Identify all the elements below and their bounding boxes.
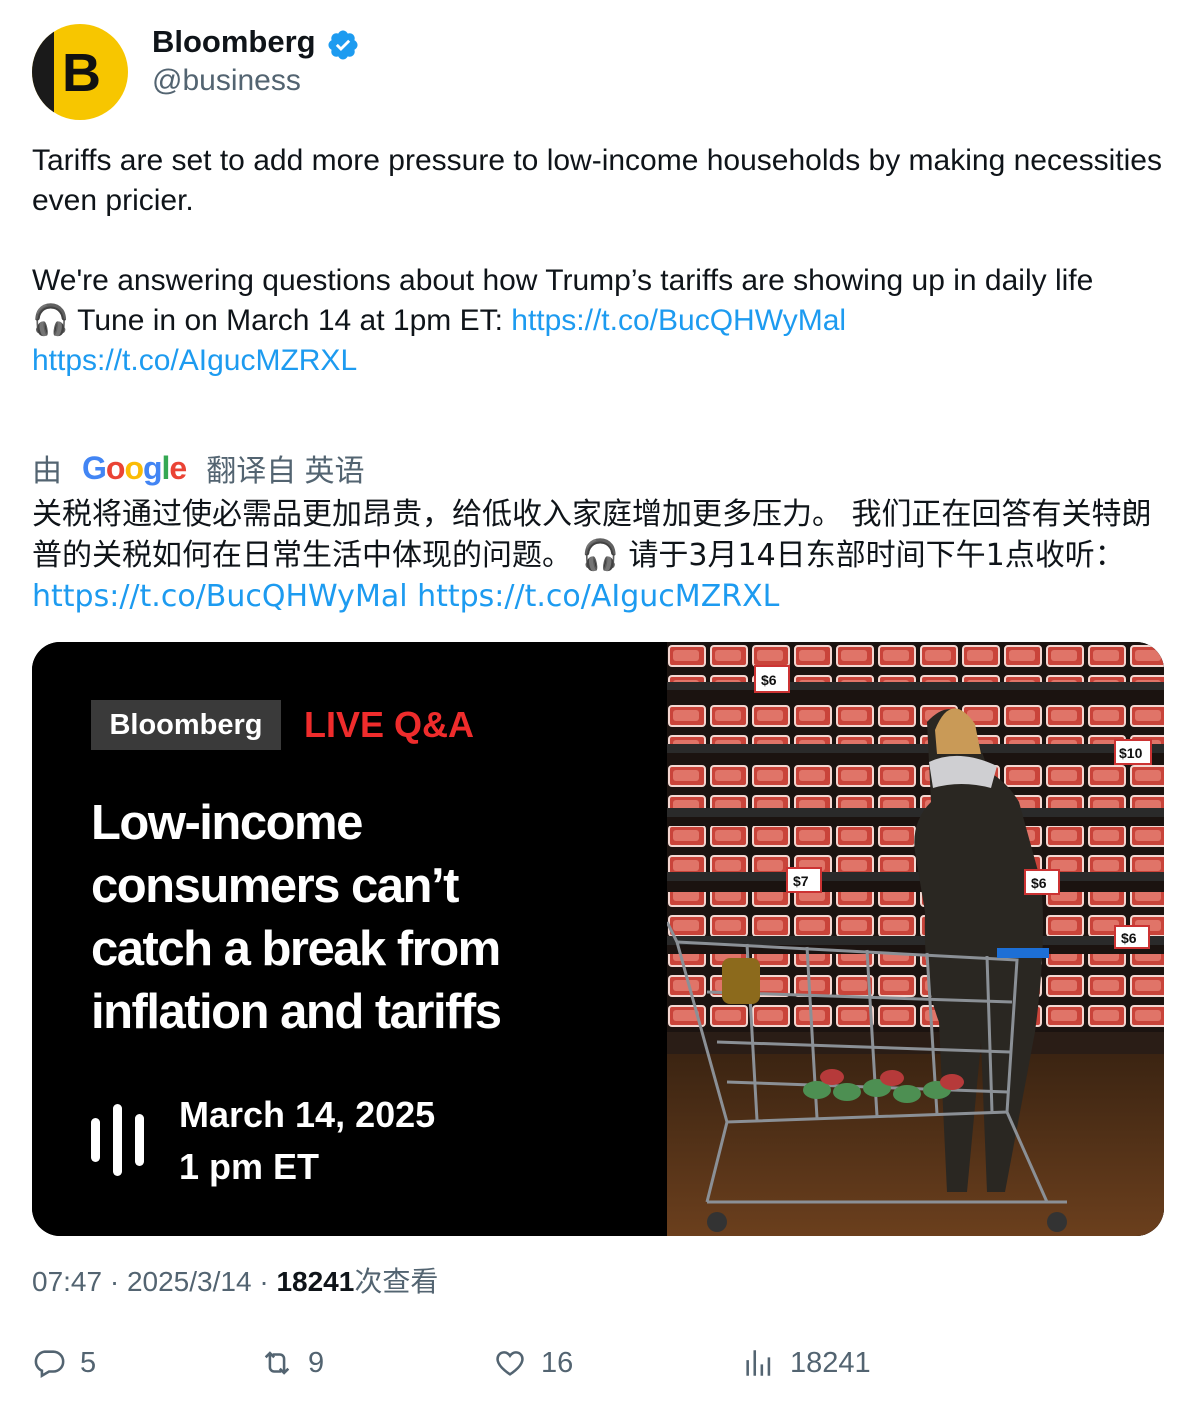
headline-line: Low-income: [91, 796, 363, 850]
analytics-icon: [746, 1350, 771, 1376]
price-tag: $6: [761, 672, 777, 688]
headphones-icon: 🎧: [32, 304, 70, 337]
tweet-line-2: We're answering questions about how Trum…: [32, 264, 1094, 297]
views-count: 18241: [790, 1346, 871, 1379]
reply-button[interactable]: 5: [32, 1346, 96, 1380]
translation-header: 由 Google 翻译自 英语: [32, 446, 365, 490]
retweet-icon: [264, 1351, 290, 1375]
price-tag: $6: [1121, 930, 1137, 946]
event-date: March 14, 2025: [179, 1094, 436, 1135]
like-count: 16: [541, 1346, 574, 1379]
retweet-button[interactable]: 9: [260, 1346, 324, 1380]
view-label: 次查看: [354, 1266, 439, 1297]
views-button[interactable]: 18241: [742, 1346, 871, 1380]
live-qa-tag: LIVE Q&A: [304, 704, 475, 745]
translated-link-1[interactable]: https://t.co/BucQHWyMal: [32, 579, 408, 614]
translation-suffix[interactable]: 翻译自 英语: [206, 446, 364, 490]
heart-icon: [496, 1351, 524, 1376]
author-name[interactable]: Bloomberg: [152, 24, 316, 60]
tweet-line-3: 🎧 Tune in on March 14 at 1pm ET: https:/…: [32, 301, 1164, 341]
event-time: 1 pm ET: [179, 1146, 320, 1187]
headline-line: consumers can’t: [91, 859, 459, 913]
avatar-letter: B: [62, 43, 101, 103]
like-button[interactable]: 16: [493, 1346, 573, 1380]
headline-line: inflation and tariffs: [91, 985, 502, 1039]
tweet-link-1[interactable]: https://t.co/BucQHWyMal: [511, 304, 846, 337]
grocery-photo: $6 $10 $7 $6 $6: [667, 642, 1164, 1236]
tweet-time[interactable]: 07:47: [32, 1266, 102, 1297]
card-promo-panel: Bloomberg LIVE Q&A Low-income consumers …: [32, 642, 667, 1236]
price-tag: $10: [1119, 745, 1143, 761]
tweet-text: Tariffs are set to add more pressure to …: [32, 141, 1164, 381]
avatar[interactable]: B: [32, 24, 128, 120]
audio-bars-icon: [91, 1104, 144, 1176]
tweet-date[interactable]: 2025/3/14: [127, 1266, 252, 1297]
tweet-link-2[interactable]: https://t.co/AIgucMZRXL: [32, 344, 357, 377]
meta-separator: ·: [251, 1266, 277, 1297]
translated-text: 关税将通过使必需品更加昂贵，给低收入家庭增加更多压力。 我们正在回答有关特朗普的…: [32, 494, 1172, 617]
tweet-meta: 07:47 · 2025/3/14 · 18241次查看: [32, 1260, 438, 1300]
price-tag: $7: [793, 873, 809, 889]
translation-prefix: 由: [32, 455, 62, 488]
card-headline: Low-income consumers can’t catch a break…: [91, 792, 611, 1044]
reply-icon: [34, 1350, 65, 1379]
headline-line: catch a break from: [91, 922, 501, 976]
meta-separator: ·: [102, 1266, 127, 1297]
translated-body: 关税将通过使必需品更加昂贵，给低收入家庭增加更多压力。 我们正在回答有关特朗普的…: [32, 497, 1152, 573]
reply-count: 5: [80, 1346, 97, 1379]
author-handle[interactable]: @business: [152, 64, 301, 98]
tweet-line-3-text: Tune in on March 14 at 1pm ET:: [69, 304, 512, 337]
retweet-count: 9: [308, 1346, 325, 1379]
bloomberg-logo: Bloomberg: [91, 700, 281, 750]
view-count: 18241: [276, 1266, 355, 1297]
action-bar: 5 9 16 18241: [32, 1346, 1164, 1386]
verified-badge-icon: [328, 30, 358, 60]
google-logo[interactable]: Google: [82, 450, 187, 487]
avatar-edge: [32, 24, 54, 120]
price-tag: $6: [1031, 875, 1047, 891]
media-card[interactable]: Bloomberg LIVE Q&A Low-income consumers …: [32, 642, 1164, 1236]
tweet-line-1: Tariffs are set to add more pressure to …: [32, 144, 1162, 217]
translated-link-2[interactable]: https://t.co/AIgucMZRXL: [417, 579, 779, 614]
